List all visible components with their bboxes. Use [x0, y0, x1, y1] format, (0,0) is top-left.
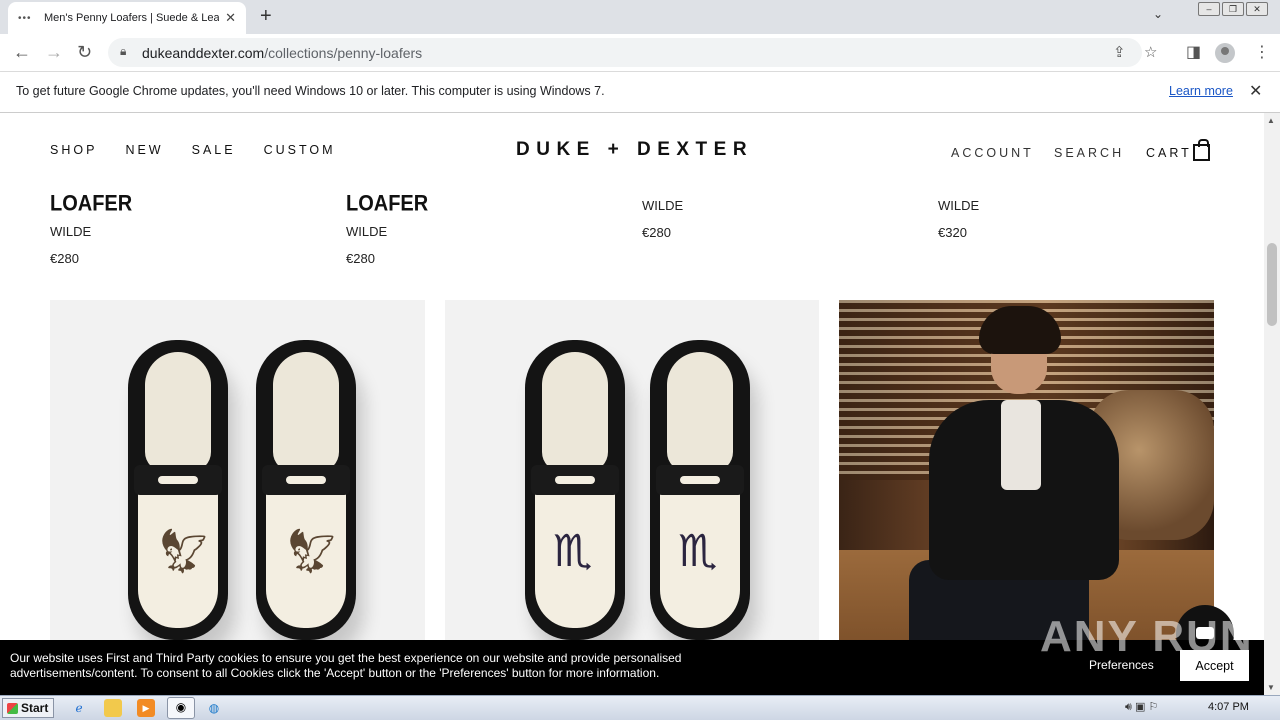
right-shoe-image: ♏︎: [650, 340, 750, 640]
learn-more-link[interactable]: Learn more: [1169, 84, 1233, 98]
eagle-icon: 🦅︎: [156, 527, 212, 576]
nav-new[interactable]: NEW: [125, 143, 163, 157]
lock-icon[interactable]: 🔒︎: [120, 44, 126, 59]
cart-bag-icon[interactable]: [1193, 139, 1210, 161]
product-price: €280: [50, 251, 79, 266]
reload-icon[interactable]: ↻: [77, 42, 92, 63]
product-brand: WILDE: [50, 224, 92, 239]
start-button[interactable]: Start: [2, 698, 54, 718]
internet-explorer-icon[interactable]: ℯ: [70, 699, 88, 717]
eagle-icon: 🦅︎: [284, 527, 340, 576]
profile-avatar[interactable]: [1215, 43, 1235, 63]
tab-title: Men's Penny Loafers | Suede & Leat: [44, 12, 219, 24]
product-price: €280: [346, 251, 375, 266]
scorpion-icon: ♏︎: [678, 527, 718, 576]
scorpion-icon: ♏︎: [553, 527, 593, 576]
web-page: SHOP NEW SALE CUSTOM DUKE + DEXTER ACCOU…: [0, 113, 1264, 695]
model-shirt: [1001, 400, 1041, 490]
nav-cart[interactable]: CART: [1146, 146, 1192, 160]
clock: 4:07 PM: [1208, 701, 1249, 713]
media-player-icon[interactable]: ▶: [137, 699, 155, 717]
chrome-taskbar-icon[interactable]: ◉: [167, 697, 195, 719]
update-infobar: To get future Google Chrome updates, you…: [0, 72, 1280, 113]
share-icon[interactable]: ⇪: [1113, 43, 1126, 61]
site-logo[interactable]: DUKE + DEXTER: [516, 139, 753, 161]
nav-search[interactable]: SEARCH: [1054, 146, 1124, 160]
window-controls: – ❐ ✕: [1198, 2, 1268, 16]
scroll-down-arrow-icon[interactable]: ▼: [1267, 683, 1275, 692]
product-brand: WILDE: [938, 198, 980, 213]
product-brand: WILDE: [642, 198, 684, 213]
bookmark-star-icon[interactable]: ☆: [1144, 43, 1157, 61]
product-title[interactable]: LOAFER: [346, 192, 428, 217]
product-brand: WILDE: [346, 224, 388, 239]
cookie-line-2: advertisements/content. To consent to al…: [10, 666, 660, 680]
nav-account[interactable]: ACCOUNT: [951, 146, 1034, 160]
windows-taskbar: Start ℯ ▶ ◉ ◍ 🔊︎ ▣ ⚐ 4:07 PM: [0, 695, 1280, 720]
side-panel-icon[interactable]: ◨: [1186, 42, 1201, 62]
screen: ••• Men's Penny Loafers | Suede & Leat ✕…: [0, 0, 1280, 720]
product-price: €280: [642, 225, 671, 240]
nav-custom[interactable]: CUSTOM: [264, 143, 336, 157]
tab-search-chevron-icon[interactable]: ⌄: [1153, 7, 1163, 21]
scroll-thumb[interactable]: [1267, 243, 1277, 326]
product-title[interactable]: LOAFER: [50, 192, 132, 217]
scroll-up-arrow-icon[interactable]: ▲: [1267, 116, 1275, 125]
tab-favicon-icon: •••: [18, 12, 32, 24]
cookie-message: Our website uses First and Third Party c…: [10, 651, 770, 681]
minimize-button[interactable]: –: [1198, 2, 1220, 16]
close-tab-icon[interactable]: ✕: [225, 10, 236, 26]
url-host: dukeanddexter.com: [142, 45, 265, 61]
forward-arrow-icon[interactable]: →: [45, 42, 63, 63]
menu-kebab-icon[interactable]: ⋮: [1254, 42, 1270, 62]
nav-shop[interactable]: SHOP: [50, 143, 97, 157]
left-shoe-image: ♏︎: [525, 340, 625, 640]
left-shoe-image: 🦅︎: [128, 340, 228, 640]
model-hair: [979, 306, 1061, 354]
url-text[interactable]: dukeanddexter.com/collections/penny-loaf…: [142, 45, 422, 61]
nav-sale[interactable]: SALE: [192, 143, 236, 157]
folder-icon[interactable]: [104, 699, 122, 717]
cookie-line-1: Our website uses First and Third Party c…: [10, 651, 682, 665]
address-bar[interactable]: 🔒︎ dukeanddexter.com/collections/penny-l…: [108, 38, 1157, 67]
product-price: €320: [938, 225, 967, 240]
infobar-message: To get future Google Chrome updates, you…: [16, 84, 605, 98]
back-arrow-icon[interactable]: ←: [13, 42, 31, 63]
maximize-button[interactable]: ❐: [1222, 2, 1244, 16]
anyrun-watermark: ANY RUN: [1040, 612, 1254, 661]
close-window-button[interactable]: ✕: [1246, 2, 1268, 16]
new-tab-button[interactable]: +: [260, 5, 272, 28]
page-scrollbar[interactable]: ▲ ▼: [1264, 113, 1280, 695]
right-shoe-image: 🦅︎: [256, 340, 356, 640]
primary-nav: SHOP NEW SALE CUSTOM: [50, 143, 336, 157]
product-card-scorpion-loafer[interactable]: ♏︎ ♏︎: [445, 300, 819, 695]
system-tray-icons[interactable]: 🔊︎ ▣ ⚐: [1125, 700, 1158, 714]
edge-icon[interactable]: ◍: [205, 699, 223, 717]
browser-tab[interactable]: ••• Men's Penny Loafers | Suede & Leat ✕: [8, 2, 246, 34]
close-icon[interactable]: ✕: [1249, 81, 1262, 101]
url-path: /collections/penny-loafers: [264, 45, 423, 61]
browser-toolbar: ← → ↻ 🔒︎ dukeanddexter.com/collections/p…: [0, 34, 1280, 72]
tab-strip: ••• Men's Penny Loafers | Suede & Leat ✕…: [0, 0, 1280, 34]
product-card-eagle-loafer[interactable]: 🦅︎ 🦅︎: [50, 300, 425, 695]
